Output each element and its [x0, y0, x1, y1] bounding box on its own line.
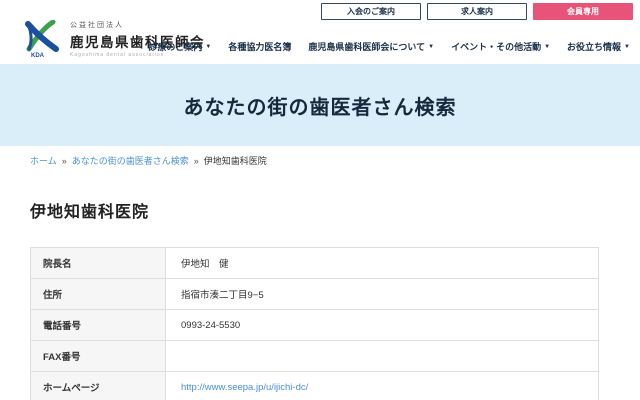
- row-value-fax: [166, 341, 599, 372]
- site-header: KDA 公益社団法人 鹿児島県歯科医師会 Kagoshima dental as…: [0, 0, 640, 64]
- kda-logo-icon: KDA: [22, 20, 62, 58]
- members-only-button[interactable]: 会員専用: [533, 3, 633, 20]
- table-row: 院長名 伊地知 健: [31, 248, 599, 279]
- nav-item-label: イベント・その他活動: [451, 40, 541, 53]
- main-content: ホーム » あなたの街の歯医者さん検索 » 伊地知歯科医院 伊地知歯科医院 院長…: [0, 154, 640, 400]
- breadcrumb-home-link[interactable]: ホーム: [30, 154, 57, 167]
- nav-item-label: 診療のご案内: [148, 40, 202, 53]
- join-guide-button[interactable]: 入会のご案内: [321, 3, 421, 20]
- hero-title: あなたの街の歯医者さん検索: [184, 91, 457, 120]
- clinic-info-table: 院長名 伊地知 健 住所 指宿市湊二丁目9−5 電話番号 0993-24-553…: [30, 247, 599, 400]
- nav-item-medical-guide[interactable]: 診療のご案内 ▼: [148, 40, 211, 53]
- nav-item-events[interactable]: イベント・その他活動 ▼: [451, 40, 550, 53]
- homepage-link[interactable]: http://www.seepa.jp/u/ijichi-dc/: [181, 382, 308, 393]
- row-label-director: 院長名: [31, 248, 166, 279]
- row-label-homepage: ホームページ: [31, 372, 166, 400]
- nav-item-label: お役立ち情報: [567, 40, 621, 53]
- page-title: 伊地知歯科医院: [30, 198, 610, 222]
- logo-kda-text: KDA: [31, 53, 45, 58]
- main-nav: 診療のご案内 ▼ 各種協力医名簿 鹿児島県歯科医師会について ▼ イベント・その…: [148, 40, 630, 53]
- header-action-buttons: 入会のご案内 求人案内 会員専用: [321, 3, 633, 20]
- table-row: 電話番号 0993-24-5530: [31, 310, 599, 341]
- hero-banner: あなたの街の歯医者さん検索: [0, 64, 640, 146]
- row-value-phone: 0993-24-5530: [166, 310, 599, 341]
- table-row: FAX番号: [31, 341, 599, 372]
- row-value-director: 伊地知 健: [166, 248, 599, 279]
- chevron-down-icon: ▼: [428, 44, 434, 50]
- row-label-address: 住所: [31, 279, 166, 310]
- table-row: ホームページ http://www.seepa.jp/u/ijichi-dc/: [31, 372, 599, 400]
- nav-item-label: 鹿児島県歯科医師会について: [308, 40, 425, 53]
- chevron-down-icon: ▼: [205, 44, 211, 50]
- nav-item-about-association[interactable]: 鹿児島県歯科医師会について ▼: [308, 40, 434, 53]
- org-type-label: 公益社団法人: [70, 20, 205, 30]
- nav-item-label: 各種協力医名簿: [228, 40, 291, 53]
- breadcrumb: ホーム » あなたの街の歯医者さん検索 » 伊地知歯科医院: [30, 154, 610, 167]
- breadcrumb-current: 伊地知歯科医院: [204, 154, 267, 167]
- breadcrumb-separator: »: [62, 156, 67, 166]
- row-label-fax: FAX番号: [31, 341, 166, 372]
- table-row: 住所 指宿市湊二丁目9−5: [31, 279, 599, 310]
- chevron-down-icon: ▼: [624, 44, 630, 50]
- nav-item-useful-info[interactable]: お役立ち情報 ▼: [567, 40, 630, 53]
- row-value-homepage: http://www.seepa.jp/u/ijichi-dc/: [166, 372, 599, 400]
- nav-item-cooperating-doctors[interactable]: 各種協力医名簿: [228, 40, 291, 53]
- breadcrumb-separator: »: [194, 156, 199, 166]
- chevron-down-icon: ▼: [544, 44, 550, 50]
- row-value-address: 指宿市湊二丁目9−5: [166, 279, 599, 310]
- row-label-phone: 電話番号: [31, 310, 166, 341]
- breadcrumb-search-link[interactable]: あなたの街の歯医者さん検索: [72, 154, 189, 167]
- job-info-button[interactable]: 求人案内: [427, 3, 527, 20]
